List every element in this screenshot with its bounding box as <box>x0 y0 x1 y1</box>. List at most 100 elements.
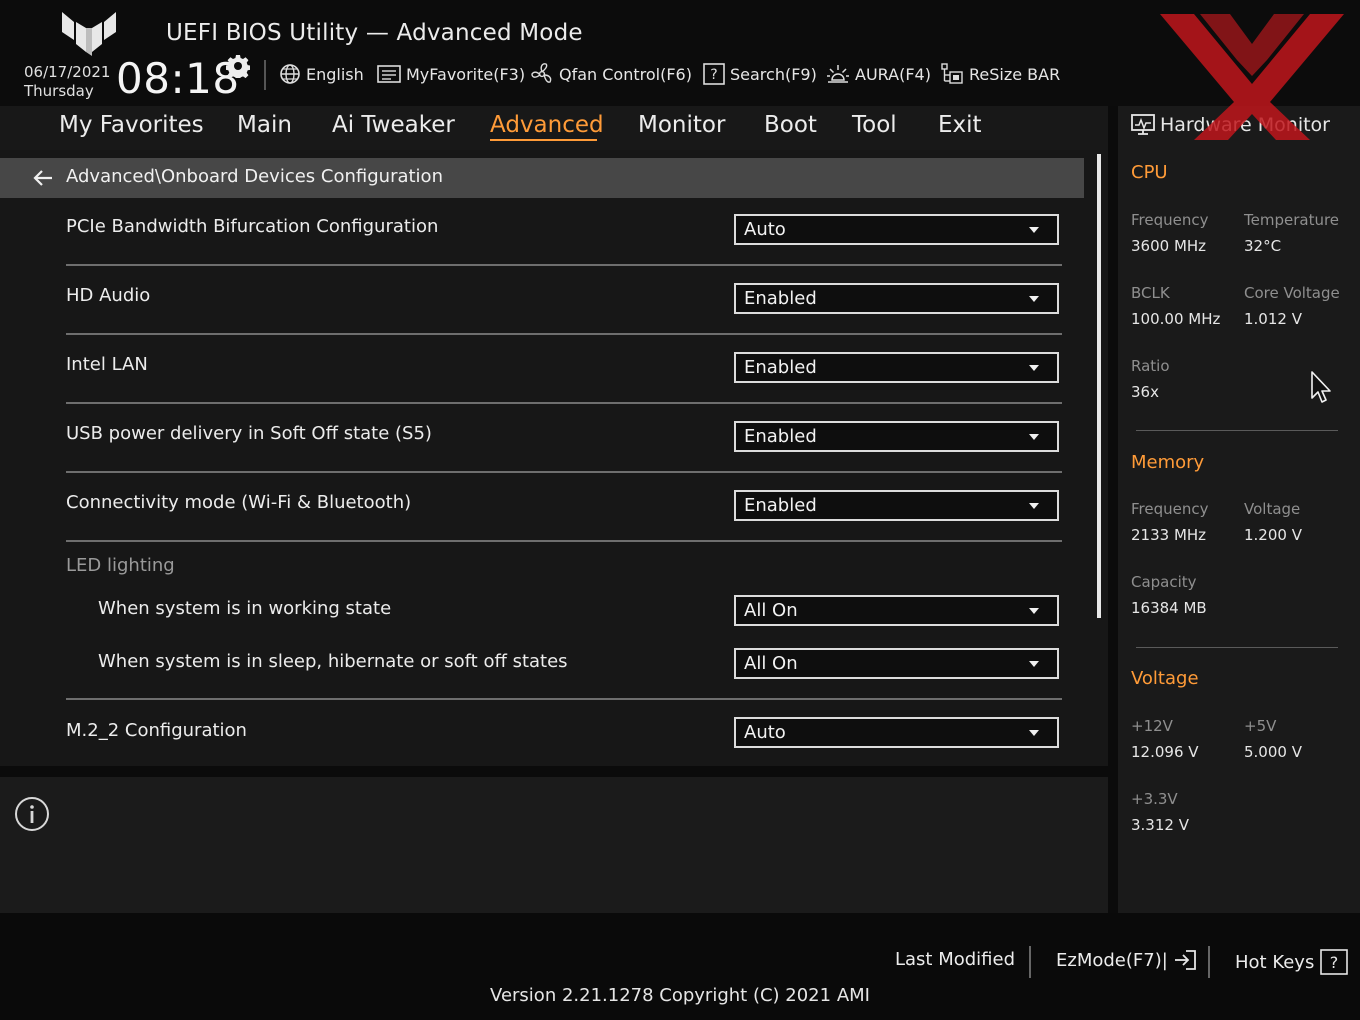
cpu-section-title: CPU <box>1131 162 1168 183</box>
tab-tool[interactable]: Tool <box>852 112 897 138</box>
clock-display: 08:18 <box>116 54 240 103</box>
ezmode-button[interactable]: EzMode(F7)| <box>1056 949 1198 971</box>
caret-down-icon <box>1029 295 1039 302</box>
memory-voltage-label: Voltage <box>1244 500 1301 518</box>
search-button[interactable]: ? Search(F9) <box>703 60 817 88</box>
led-lighting-group-label: LED lighting <box>66 555 175 576</box>
row-divider <box>66 471 1062 473</box>
v12-label: +12V <box>1131 717 1173 735</box>
select-value: Enabled <box>744 426 817 447</box>
row-divider <box>66 264 1062 266</box>
caret-down-icon <box>1029 607 1039 614</box>
cpu-temperature-value: 32°C <box>1244 237 1282 255</box>
led-sleep-state-label: When system is in sleep, hibernate or so… <box>98 651 568 672</box>
led-working-state-label: When system is in working state <box>98 598 392 619</box>
active-tab-underline <box>490 139 597 141</box>
usb-power-delivery-select[interactable]: Enabled <box>734 421 1059 452</box>
select-value: Auto <box>744 722 786 743</box>
m2-2-configuration-select[interactable]: Auto <box>734 717 1059 748</box>
tuf-logo-icon <box>62 12 116 56</box>
gear-icon[interactable] <box>226 54 250 78</box>
cpu-frequency-label: Frequency <box>1131 211 1209 229</box>
select-value: All On <box>744 653 798 674</box>
caret-down-icon <box>1029 364 1039 371</box>
cpu-frequency-value: 3600 MHz <box>1131 237 1207 255</box>
qfan-control-button[interactable]: Qfan Control(F6) <box>530 60 692 88</box>
tab-boot[interactable]: Boot <box>764 112 817 138</box>
row-divider <box>66 402 1062 404</box>
v5-value: 5.000 V <box>1244 743 1302 761</box>
connectivity-mode-label: Connectivity mode (Wi-Fi & Bluetooth) <box>66 492 412 513</box>
caret-down-icon <box>1029 660 1039 667</box>
header-separator <box>264 60 266 90</box>
hot-keys-button[interactable]: Hot Keys ? <box>1235 949 1349 975</box>
hd-audio-label: HD Audio <box>66 285 151 306</box>
tab-exit[interactable]: Exit <box>938 112 982 138</box>
row-divider <box>66 698 1062 700</box>
tab-ai-tweaker[interactable]: Ai Tweaker <box>332 112 455 138</box>
myfavorite-button[interactable]: MyFavorite(F3) <box>377 60 525 88</box>
search-label: Search(F9) <box>730 64 817 84</box>
footer-separator <box>1208 946 1210 978</box>
ratio-label: Ratio <box>1131 357 1170 375</box>
ezmode-label: EzMode(F7)| <box>1056 949 1168 971</box>
resize-bar-label: ReSize BAR <box>969 64 1061 84</box>
connectivity-mode-select[interactable]: Enabled <box>734 490 1059 521</box>
footer-separator <box>1029 946 1031 978</box>
hw-divider <box>1136 647 1338 648</box>
memory-frequency-label: Frequency <box>1131 500 1209 518</box>
settings-scrollbar[interactable] <box>1097 154 1101 618</box>
day-display: Thursday <box>24 82 94 100</box>
last-modified-button[interactable]: Last Modified <box>895 949 1015 970</box>
voltage-section-title: Voltage <box>1131 668 1199 689</box>
tab-main[interactable]: Main <box>237 112 292 138</box>
intel-lan-select[interactable]: Enabled <box>734 352 1059 383</box>
date-display: 06/17/2021 <box>24 63 111 81</box>
bclk-value: 100.00 MHz <box>1131 310 1221 328</box>
intel-lan-label: Intel LAN <box>66 354 148 375</box>
hd-audio-select[interactable]: Enabled <box>734 283 1059 314</box>
exit-to-ezmode-icon <box>1174 950 1196 970</box>
mouse-cursor-icon <box>1311 371 1331 403</box>
hot-keys-label: Hot Keys <box>1235 951 1315 973</box>
pcie-bifurcation-label: PCIe Bandwidth Bifurcation Configuration <box>66 216 439 237</box>
core-voltage-value: 1.012 V <box>1244 310 1302 328</box>
language-label: English <box>306 64 364 84</box>
caret-down-icon <box>1029 433 1039 440</box>
monitor-icon <box>1131 114 1155 135</box>
row-divider <box>66 333 1062 335</box>
aura-label: AURA(F4) <box>855 64 931 84</box>
aura-button[interactable]: AURA(F4) <box>826 60 931 88</box>
aura-light-icon <box>827 65 849 83</box>
select-value: All On <box>744 600 798 621</box>
tab-my-favorites[interactable]: My Favorites <box>59 112 204 138</box>
cpu-temperature-label: Temperature <box>1244 211 1340 229</box>
hw-divider <box>1136 430 1338 431</box>
pcie-bifurcation-select[interactable]: Auto <box>734 214 1059 245</box>
resize-bar-icon <box>941 63 963 84</box>
back-arrow-icon[interactable] <box>32 168 54 188</box>
language-button[interactable]: English <box>279 60 364 88</box>
v33-value: 3.312 V <box>1131 816 1189 834</box>
m2-2-configuration-label: M.2_2 Configuration <box>66 720 247 741</box>
app-title: UEFI BIOS Utility — Advanced Mode <box>166 20 583 46</box>
led-working-state-select[interactable]: All On <box>734 595 1059 626</box>
led-sleep-state-select[interactable]: All On <box>734 648 1059 679</box>
info-icon <box>15 797 49 831</box>
favorite-list-icon <box>377 65 401 83</box>
tab-advanced[interactable]: Advanced <box>490 112 604 138</box>
resize-bar-button[interactable]: ReSize BAR <box>940 60 1060 88</box>
v12-value: 12.096 V <box>1131 743 1199 761</box>
help-description-panel <box>0 777 1108 913</box>
memory-section-title: Memory <box>1131 452 1205 473</box>
select-value: Enabled <box>744 288 817 309</box>
row-divider <box>66 540 1062 542</box>
version-text: Version 2.21.1278 Copyright (C) 2021 AMI <box>490 985 870 1006</box>
tab-monitor[interactable]: Monitor <box>638 112 725 138</box>
qfan-control-label: Qfan Control(F6) <box>559 64 692 84</box>
select-value: Auto <box>744 219 786 240</box>
select-value: Enabled <box>744 357 817 378</box>
last-modified-label: Last Modified <box>895 949 1016 970</box>
core-voltage-label: Core Voltage <box>1244 284 1340 302</box>
memory-capacity-label: Capacity <box>1131 573 1197 591</box>
